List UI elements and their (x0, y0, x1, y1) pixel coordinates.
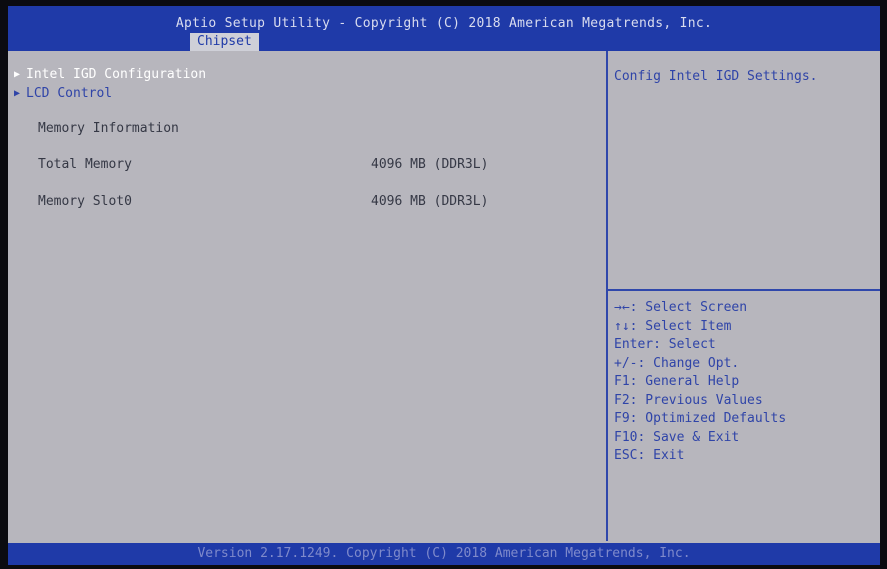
menu-item-lcd-control[interactable]: ▶ LCD Control (14, 86, 112, 101)
key-select-item: ↑↓: Select Item (614, 318, 732, 334)
main-panel: ▶ Intel IGD Configuration ▶ LCD Control … (8, 51, 880, 543)
key-optimized-defaults: F9: Optimized Defaults (614, 411, 787, 426)
key-change-opt: +/-: Change Opt. (614, 355, 740, 371)
help-divider (608, 289, 880, 291)
help-description: Config Intel IGD Settings. (614, 69, 818, 84)
key-general-help: F1: General Help (614, 374, 740, 389)
triangle-right-icon: ▶ (14, 88, 21, 99)
total-memory-value: 4096 MB (DDR3L) (371, 157, 489, 172)
memory-slot0-label: Memory Slot0 (38, 194, 132, 209)
key-esc-exit: ESC: Exit (614, 448, 685, 463)
bios-header: Aptio Setup Utility - Copyright (C) 2018… (8, 6, 880, 51)
menu-item-label: Intel IGD Configuration (26, 67, 207, 82)
key-select-screen: →←: Select Screen (614, 300, 748, 315)
key-save-exit: F10: Save & Exit (614, 429, 740, 445)
tab-chipset[interactable]: Chipset (190, 33, 259, 51)
triangle-right-icon: ▶ (14, 69, 21, 80)
help-pane: Config Intel IGD Settings. →←: Select Sc… (608, 51, 880, 541)
header-title: Aptio Setup Utility - Copyright (C) 2018… (175, 16, 713, 31)
key-enter-select: Enter: Select (614, 337, 716, 352)
memory-slot0-value: 4096 MB (DDR3L) (371, 194, 489, 209)
key-legend: →←: Select Screen ↑↓: Select Item Enter:… (614, 299, 786, 466)
total-memory-label: Total Memory (38, 157, 132, 172)
memory-information-heading: Memory Information (38, 121, 179, 136)
menu-item-intel-igd-configuration[interactable]: ▶ Intel IGD Configuration (14, 67, 206, 82)
key-previous-values: F2: Previous Values (614, 392, 763, 408)
bios-footer: Version 2.17.1249. Copyright (C) 2018 Am… (8, 543, 880, 565)
menu-item-label: LCD Control (26, 86, 113, 101)
settings-pane: ▶ Intel IGD Configuration ▶ LCD Control … (8, 51, 608, 541)
